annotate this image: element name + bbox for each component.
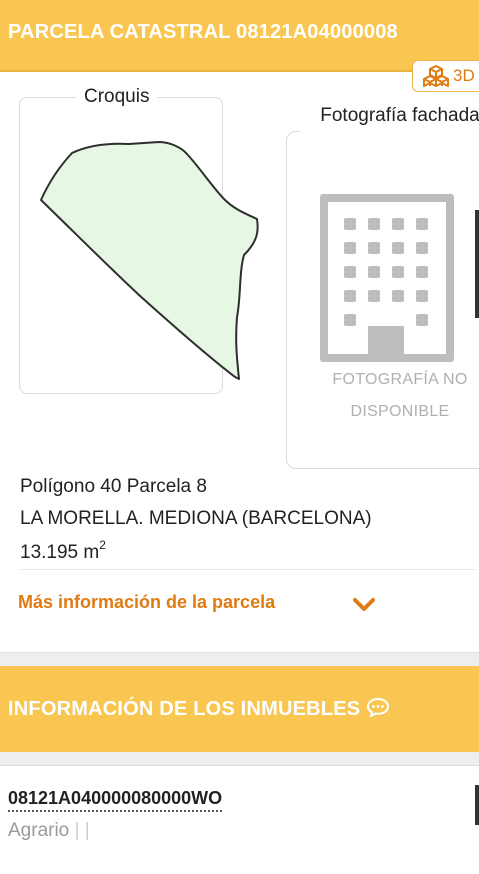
chat-bubble-icon[interactable] — [366, 697, 390, 722]
parcel-sketch[interactable] — [19, 97, 269, 397]
property-separators: | | — [74, 820, 90, 841]
edge-shadow — [475, 785, 479, 825]
properties-section-title: INFORMACIÓN DE LOS INMUEBLES — [8, 697, 361, 720]
area-unit-superscript: 2 — [99, 538, 106, 552]
section-spacer — [0, 652, 479, 666]
area-text: 13.195 m2 — [20, 538, 106, 564]
properties-section-header[interactable]: INFORMACIÓN DE LOS INMUEBLES — [0, 666, 479, 752]
section-spacer — [0, 752, 479, 766]
property-reference-link[interactable]: 08121A040000080000WO — [8, 788, 223, 812]
edge-shadow — [475, 210, 479, 318]
photo-unavailable-text: FOTOGRAFÍA NO DISPONIBLE — [300, 364, 479, 428]
polygon-parcel-text: Polígono 40 Parcela 8 — [20, 476, 207, 497]
chevron-down-icon[interactable] — [352, 596, 376, 614]
building-icon — [320, 194, 454, 362]
boxes-3d-icon — [423, 65, 449, 87]
property-use: Agrario | | — [8, 820, 90, 842]
divider — [20, 569, 476, 570]
property-use-value: Agrario — [8, 820, 70, 841]
location-text: LA MORELLA. MEDIONA (BARCELONA) — [20, 508, 372, 529]
header-bar: PARCELA CATASTRAL 08121A04000008 — [0, 0, 479, 72]
more-parcel-info-link[interactable]: Más información de la parcela — [18, 592, 275, 613]
area-value: 13.195 m — [20, 542, 100, 563]
photo-unavailable-line2: DISPONIBLE — [350, 403, 450, 420]
photo-unavailable-line1: FOTOGRAFÍA NO — [332, 371, 468, 388]
view-3d-button[interactable]: 3D — [412, 60, 479, 92]
photo-title: Fotografía fachada — [300, 100, 479, 132]
view-3d-label: 3D — [453, 66, 475, 85]
page-title: PARCELA CATASTRAL 08121A04000008 — [8, 20, 398, 43]
